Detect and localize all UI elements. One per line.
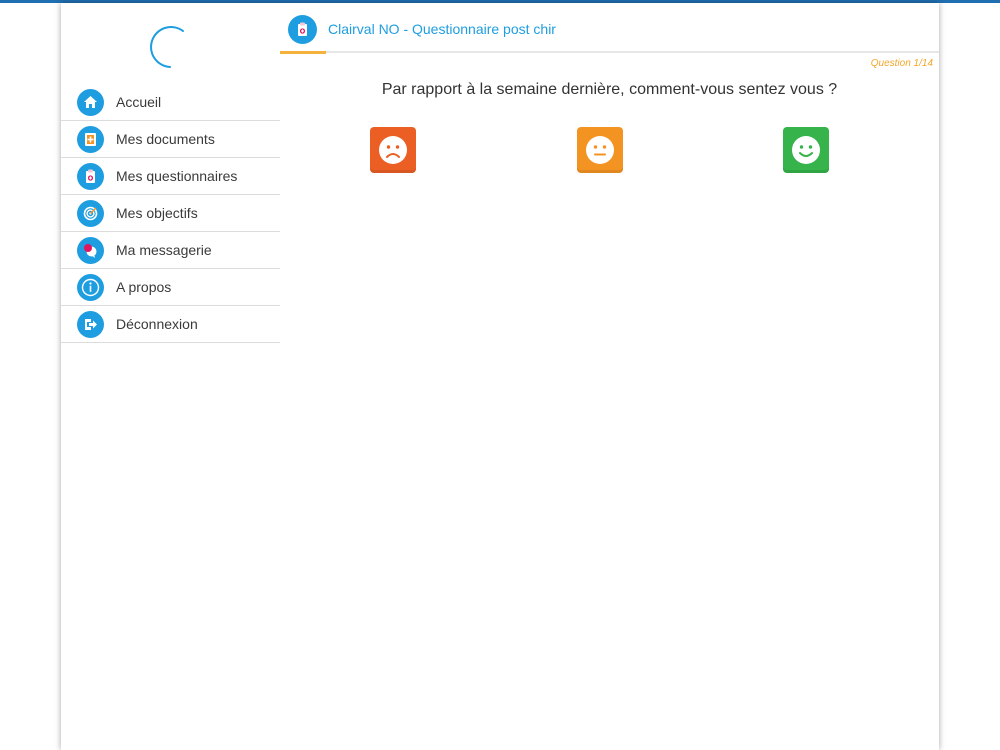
page-title: Clairval NO - Questionnaire post chir (328, 21, 556, 37)
sidebar-item-label: Mes objectifs (116, 205, 198, 221)
sidebar-item-label: A propos (116, 279, 172, 295)
sidebar-item-label: Mes questionnaires (116, 168, 238, 184)
answer-good-button[interactable] (783, 127, 829, 173)
sad-face-icon (379, 136, 407, 164)
active-tab-indicator (280, 51, 326, 54)
sidebar-item-mes-questionnaires[interactable]: Mes questionnaires (61, 158, 280, 195)
question-text: Par rapport à la semaine dernière, comme… (381, 81, 838, 98)
clipboard-medical-icon (288, 15, 317, 44)
sidebar-item-mes-documents[interactable]: Mes documents (61, 121, 280, 158)
sidebar-item-a-propos[interactable]: A propos (61, 269, 280, 306)
message-icon (77, 236, 104, 264)
sidebar: Accueil Mes documents Mes questionnaires… (61, 3, 280, 750)
happy-face-icon (792, 136, 820, 164)
app-window: Accueil Mes documents Mes questionnaires… (61, 3, 939, 750)
logout-icon (77, 310, 104, 338)
sidebar-item-deconnexion[interactable]: Déconnexion (61, 306, 280, 343)
sidebar-item-ma-messagerie[interactable]: Ma messagerie (61, 232, 280, 269)
neutral-face-icon (586, 136, 614, 164)
sidebar-nav: Accueil Mes documents Mes questionnaires… (61, 84, 280, 343)
answer-bad-button[interactable] (370, 127, 416, 173)
questionnaire-icon (77, 162, 104, 190)
answer-neutral-button[interactable] (577, 127, 623, 173)
question-progress: Question 1/14 (870, 58, 933, 69)
sidebar-item-label: Déconnexion (116, 316, 198, 332)
app-logo (150, 26, 184, 68)
sidebar-item-label: Ma messagerie (116, 242, 212, 258)
home-icon (77, 88, 104, 116)
sidebar-item-label: Accueil (116, 94, 162, 110)
sidebar-item-label: Mes documents (116, 131, 215, 147)
sidebar-item-accueil[interactable]: Accueil (61, 84, 280, 121)
sidebar-item-mes-objectifs[interactable]: Mes objectifs (61, 195, 280, 232)
page-header: Clairval NO - Questionnaire post chir (280, 3, 939, 53)
documents-icon (77, 125, 104, 153)
main-content: Clairval NO - Questionnaire post chir Qu… (280, 3, 939, 750)
target-icon (77, 199, 104, 227)
info-icon (77, 273, 104, 301)
